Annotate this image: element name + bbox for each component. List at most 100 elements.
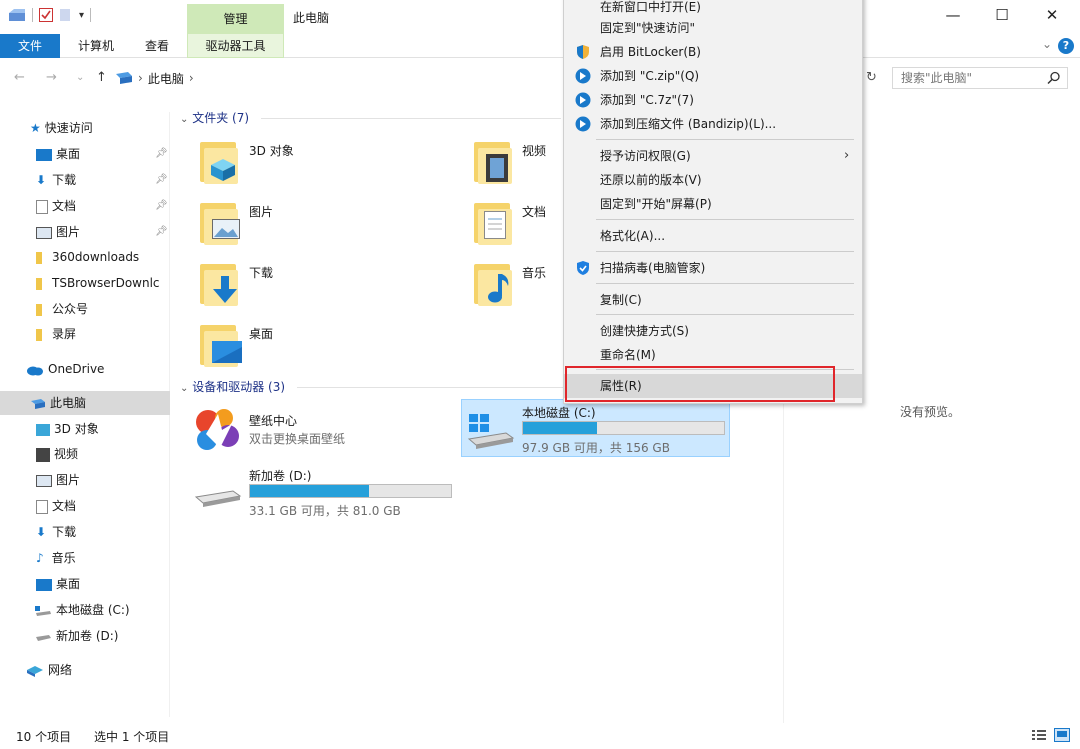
breadcrumb-this-pc[interactable]: 此电脑 bbox=[148, 70, 184, 87]
minimize-button[interactable]: — bbox=[938, 6, 968, 26]
sidebar-item-luping[interactable]: 录屏 bbox=[0, 322, 170, 346]
folder-label[interactable]: 音乐 bbox=[522, 264, 546, 281]
ribbon-expand-icon[interactable]: ⌄ bbox=[1042, 37, 1052, 51]
toolbar-dropdown-icon[interactable]: ▾ bbox=[79, 10, 84, 21]
folder-pictures-icon[interactable] bbox=[198, 197, 242, 245]
group-header-folders[interactable]: ⌄ 文件夹 (7) bbox=[180, 109, 561, 126]
wallpaper-center-name[interactable]: 壁纸中心 bbox=[249, 412, 297, 429]
sidebar-pc-documents[interactable]: 文档 bbox=[0, 494, 170, 518]
sidebar-item-downloads[interactable]: ⬇ 下载 📌︎ bbox=[0, 168, 170, 192]
sidebar-item-gongzhonghao[interactable]: 公众号 bbox=[0, 297, 170, 321]
chevron-down-icon[interactable]: ⌄ bbox=[180, 114, 188, 125]
sidebar-pc-drive-c[interactable]: 本地磁盘 (C:) bbox=[0, 598, 170, 622]
sidebar-pc-videos[interactable]: 视频 bbox=[0, 442, 170, 466]
folder-documents-icon[interactable] bbox=[472, 197, 516, 245]
menu-item-label: 添加到 "C.zip"(Q) bbox=[600, 69, 700, 83]
wallpaper-center-desc: 双击更换桌面壁纸 bbox=[249, 432, 346, 446]
folder-label[interactable]: 3D 对象 bbox=[249, 142, 294, 159]
sidebar-pc-3d-objects[interactable]: 3D 对象 bbox=[0, 417, 170, 441]
menu-item-add-7z[interactable]: 添加到 "C.7z"(7) bbox=[564, 88, 862, 112]
close-button[interactable]: ✕ bbox=[1037, 6, 1067, 26]
chevron-right-icon: › bbox=[844, 148, 850, 163]
sidebar-item-label: 360downloads bbox=[52, 250, 140, 264]
sidebar-item-360downloads[interactable]: 360downloads bbox=[0, 245, 170, 269]
recent-dropdown-icon[interactable]: ⌄ bbox=[76, 72, 84, 83]
folder-music-icon[interactable] bbox=[472, 258, 516, 306]
context-tab-manage[interactable]: 管理 bbox=[187, 4, 284, 34]
pin-icon[interactable]: 📌︎ bbox=[155, 142, 168, 166]
sidebar-pc-music[interactable]: ♪ 音乐 bbox=[0, 546, 170, 570]
large-icons-view-icon[interactable] bbox=[1054, 728, 1070, 742]
drive-d-icon[interactable] bbox=[193, 487, 243, 513]
sidebar-item-label: 3D 对象 bbox=[54, 422, 99, 436]
sidebar-this-pc[interactable]: 此电脑 bbox=[0, 391, 170, 415]
details-view-icon[interactable] bbox=[1032, 729, 1046, 741]
menu-item-label: 授予访问权限(G) bbox=[600, 149, 691, 163]
folder-desktop-icon[interactable] bbox=[198, 319, 242, 367]
breadcrumb-separator-icon[interactable]: › bbox=[138, 71, 143, 85]
sidebar-item-desktop[interactable]: 桌面 📌︎ bbox=[0, 142, 170, 166]
download-arrow-icon: ⬇ bbox=[36, 525, 47, 539]
drive-d-usage-fill bbox=[250, 485, 369, 497]
folder-label[interactable]: 文档 bbox=[522, 203, 546, 220]
folder-label[interactable]: 视频 bbox=[522, 142, 546, 159]
back-arrow-icon[interactable]: ← bbox=[14, 70, 25, 85]
folder-label[interactable]: 桌面 bbox=[249, 325, 273, 342]
forward-arrow-icon[interactable]: → bbox=[46, 70, 57, 85]
menu-item-bandizip-archive[interactable]: 添加到压缩文件 (Bandizip)(L)... bbox=[564, 112, 862, 136]
sidebar-item-label: 公众号 bbox=[52, 302, 89, 316]
properties-checkbox-icon[interactable] bbox=[39, 8, 53, 22]
refresh-icon[interactable]: ↻ bbox=[866, 70, 877, 85]
wallpaper-center-icon[interactable] bbox=[192, 404, 242, 454]
up-arrow-icon[interactable]: ↑ bbox=[96, 70, 107, 85]
pin-icon[interactable]: 📌︎ bbox=[155, 168, 168, 192]
folder-label[interactable]: 图片 bbox=[249, 203, 273, 220]
tab-drive-tools[interactable]: 驱动器工具 bbox=[187, 34, 284, 58]
music-note-icon: ♪ bbox=[36, 551, 44, 565]
drive-d-name[interactable]: 新加卷 (D:) bbox=[249, 467, 311, 484]
search-input[interactable]: 搜索"此电脑" bbox=[892, 67, 1068, 89]
sidebar-pc-downloads[interactable]: ⬇ 下载 bbox=[0, 520, 170, 544]
tab-view[interactable]: 查看 bbox=[133, 34, 181, 58]
menu-item-format[interactable]: 格式化(A)... bbox=[564, 224, 862, 248]
sidebar-item-tsbrowser[interactable]: TSBrowserDownlc bbox=[0, 271, 170, 295]
menu-item-bitlocker[interactable]: 启用 BitLocker(B) bbox=[564, 40, 862, 64]
drive-d-usage-bar bbox=[249, 484, 452, 498]
menu-item-pin-quick-access[interactable]: 固定到"快速访问" bbox=[564, 16, 862, 40]
highlight-annotation-box bbox=[565, 366, 835, 402]
sidebar-pc-pictures[interactable]: 图片 bbox=[0, 468, 170, 492]
menu-item-scan-virus[interactable]: 扫描病毒(电脑管家) bbox=[564, 256, 862, 280]
pin-icon[interactable]: 📌︎ bbox=[155, 220, 168, 244]
sidebar-item-label: 下载 bbox=[52, 173, 77, 187]
new-folder-icon[interactable] bbox=[59, 8, 73, 22]
folder-3d-objects-icon[interactable] bbox=[198, 136, 242, 184]
sidebar-quick-access[interactable]: ★ 快速访问 bbox=[0, 116, 170, 140]
sidebar-pc-drive-d[interactable]: 新加卷 (D:) bbox=[0, 624, 170, 648]
sidebar-network[interactable]: 网络 bbox=[0, 658, 170, 682]
explorer-icon[interactable] bbox=[8, 7, 26, 23]
sidebar-onedrive[interactable]: OneDrive bbox=[0, 357, 170, 381]
sidebar-item-documents[interactable]: 文档 📌︎ bbox=[0, 194, 170, 218]
group-header-devices[interactable]: ⌄ 设备和驱动器 (3) bbox=[180, 378, 567, 395]
menu-item-restore-versions[interactable]: 还原以前的版本(V) bbox=[564, 168, 862, 192]
menu-item-copy[interactable]: 复制(C) bbox=[564, 288, 862, 312]
sidebar-item-pictures[interactable]: 图片 📌︎ bbox=[0, 220, 170, 244]
maximize-button[interactable]: ☐ bbox=[987, 6, 1017, 26]
menu-item-add-zip[interactable]: 添加到 "C.zip"(Q) bbox=[564, 64, 862, 88]
menu-item-label: 复制(C) bbox=[600, 293, 642, 307]
menu-item-rename[interactable]: 重命名(M) bbox=[564, 343, 862, 367]
tab-computer[interactable]: 计算机 bbox=[66, 34, 126, 58]
chevron-down-icon[interactable]: ⌄ bbox=[180, 383, 188, 394]
folder-label[interactable]: 下载 bbox=[249, 264, 273, 281]
sidebar-pc-desktop[interactable]: 桌面 bbox=[0, 572, 170, 596]
tab-file[interactable]: 文件 bbox=[0, 34, 60, 58]
menu-item-grant-access[interactable]: 授予访问权限(G) › bbox=[564, 144, 862, 168]
menu-item-create-shortcut[interactable]: 创建快捷方式(S) bbox=[564, 319, 862, 343]
folder-downloads-icon[interactable] bbox=[198, 258, 242, 306]
folder-videos-icon[interactable] bbox=[472, 136, 516, 184]
search-icon[interactable] bbox=[1047, 71, 1061, 85]
pin-icon[interactable]: 📌︎ bbox=[155, 194, 168, 218]
help-icon[interactable]: ? bbox=[1058, 38, 1074, 54]
breadcrumb-separator-icon[interactable]: › bbox=[189, 71, 194, 85]
menu-item-pin-start[interactable]: 固定到"开始"屏幕(P) bbox=[564, 192, 862, 216]
